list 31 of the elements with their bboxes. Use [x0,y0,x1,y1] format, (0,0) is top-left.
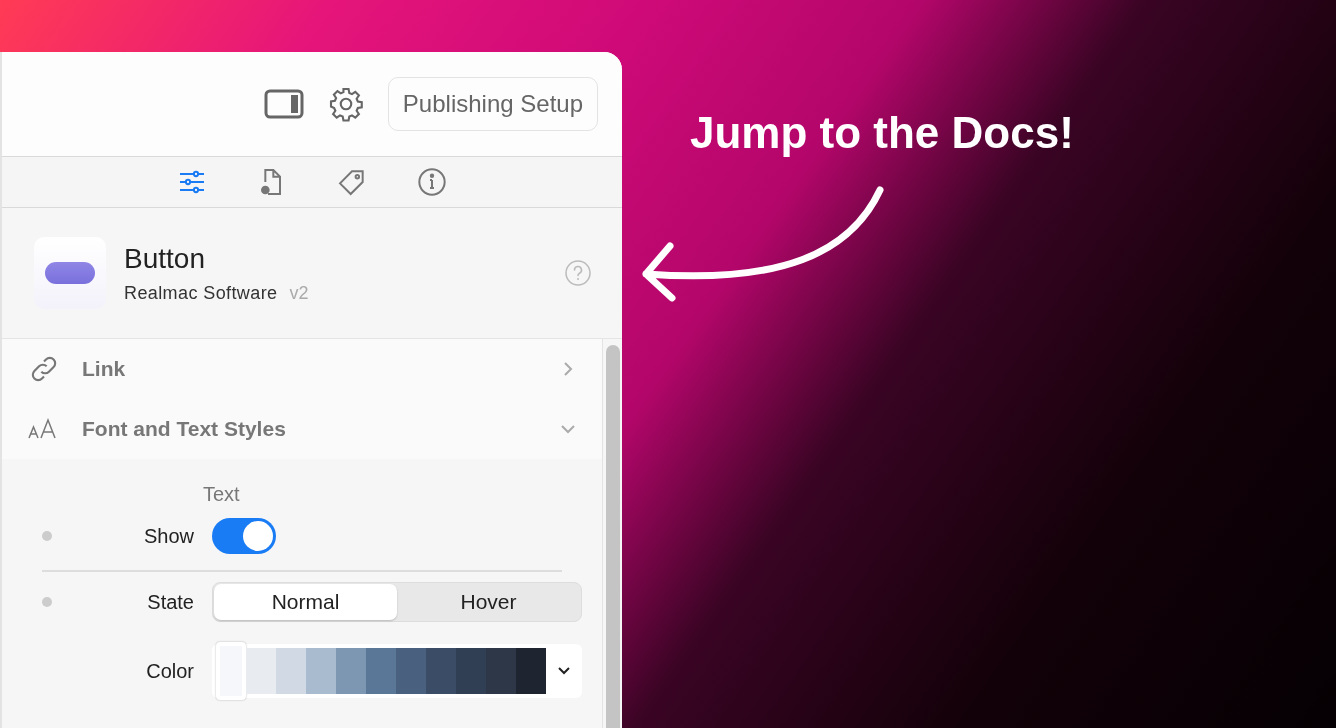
color-swatch[interactable] [396,648,426,694]
color-swatch[interactable] [426,648,456,694]
color-swatch[interactable] [246,648,276,694]
show-toggle[interactable] [212,518,276,554]
scrollbar-thumb[interactable] [605,345,620,728]
color-swatch[interactable] [366,648,396,694]
section-header[interactable]: Link [2,339,602,399]
color-swatch[interactable] [336,648,366,694]
color-swatch[interactable] [486,648,516,694]
annotation-text: Jump to the Docs! [690,108,1075,158]
component-version: v2 [289,282,309,304]
field-label: State [146,590,194,614]
indicator-dot [42,531,52,541]
pill-icon [45,262,95,284]
publishing-setup-button[interactable]: Publishing Setup [387,77,598,131]
color-swatch[interactable] [276,648,306,694]
color-swatch[interactable] [456,648,486,694]
component-vendor: Realmac Software [124,282,278,304]
component-title: Button [124,242,206,275]
color-swatch[interactable] [216,642,246,700]
help-icon[interactable] [564,259,592,287]
group-heading: Text [203,483,240,506]
state-option[interactable]: Normal [214,584,397,620]
indicator-dot [42,597,52,607]
info-icon [416,166,448,198]
color-swatch[interactable] [516,648,546,694]
section-header[interactable]: Font and Text Styles [2,399,602,459]
state-option[interactable]: Hover [397,584,580,620]
field-label: Color [145,659,194,683]
color-swatch[interactable] [306,648,336,694]
field-label: Show [142,524,194,548]
